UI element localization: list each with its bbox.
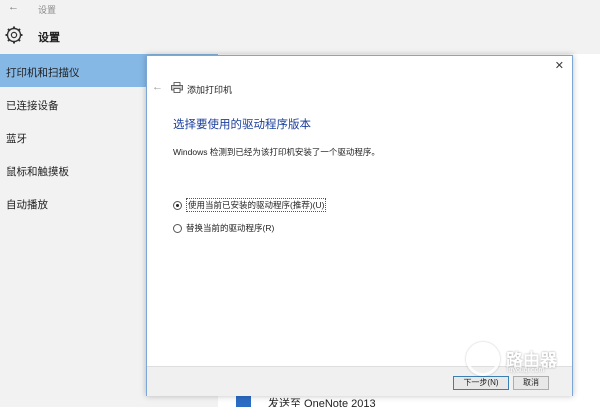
dialog-title: 添加打印机 <box>187 85 233 95</box>
close-icon[interactable]: ✕ <box>555 59 564 72</box>
radio-label: 使用当前已安装的驱动程序(推荐)(U) <box>186 198 327 212</box>
onenote-icon <box>236 396 251 407</box>
sidebar-item-label: 自动播放 <box>6 199 48 211</box>
settings-header: 设置 <box>0 18 600 54</box>
printer-icon <box>171 82 183 93</box>
radio-button[interactable] <box>173 200 182 210</box>
sidebar-item-label: 蓝牙 <box>6 133 27 145</box>
radio-label: 替换当前的驱动程序(R) <box>186 223 275 233</box>
dialog-info-text: Windows 检测到已经为该打印机安装了一个驱动程序。 <box>173 147 380 157</box>
back-arrow-icon[interactable]: ← <box>152 81 163 93</box>
radio-replace-driver[interactable]: 替换当前的驱动程序(R) <box>173 222 274 234</box>
window-titlebar: ← 设置 <box>0 0 600 18</box>
watermark: 路由器 luyouqi.com <box>466 340 596 380</box>
dialog-heading: 选择要使用的驱动程序版本 <box>173 119 311 131</box>
back-arrow-icon[interactable]: ← <box>8 1 19 13</box>
radio-button[interactable] <box>173 223 182 233</box>
window-title: 设置 <box>38 5 57 15</box>
printer-list-item-label[interactable]: 发送至 OneNote 2013 <box>268 395 376 407</box>
gear-icon <box>5 26 23 44</box>
sidebar-item-label: 已连接设备 <box>6 100 59 112</box>
sidebar-item-label: 打印机和扫描仪 <box>6 67 80 79</box>
radio-use-current-driver[interactable]: 使用当前已安装的驱动程序(推荐)(U) <box>173 198 327 212</box>
page-title: 设置 <box>38 32 60 44</box>
router-logo-icon <box>466 342 500 376</box>
watermark-subtext: luyouqi.com <box>507 367 545 374</box>
sidebar-item-label: 鼠标和触摸板 <box>6 166 69 178</box>
